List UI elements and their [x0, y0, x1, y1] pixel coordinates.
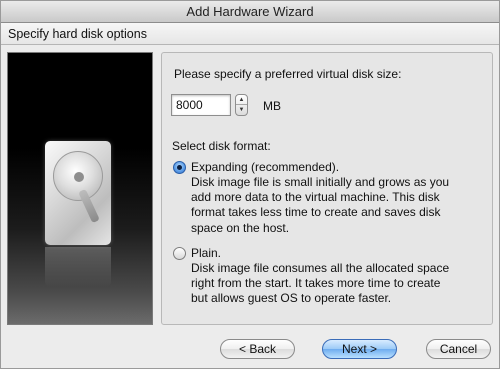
add-hardware-wizard-window: Add Hardware Wizard Specify hard disk op… — [0, 0, 500, 369]
back-button[interactable]: < Back — [220, 339, 295, 359]
wizard-image-panel — [7, 52, 153, 325]
platter-hub — [74, 172, 84, 182]
plain-option-label[interactable]: Plain. — [191, 246, 221, 260]
description-line: right from the start. It takes more time… — [191, 276, 441, 291]
size-unit-label: MB — [263, 99, 281, 113]
size-prompt: Please specify a preferred virtual disk … — [174, 67, 402, 81]
next-button[interactable]: Next > — [322, 339, 397, 359]
plain-description: Disk image file consumes all the allocat… — [191, 261, 491, 307]
window-title: Add Hardware Wizard — [1, 1, 499, 23]
hard-drive-icon — [45, 141, 111, 245]
stepper-down-icon[interactable]: ▼ — [236, 105, 247, 115]
description-line: Disk image file consumes all the allocat… — [191, 261, 450, 275]
disk-size-stepper[interactable]: ▲ ▼ — [235, 94, 248, 116]
cancel-button[interactable]: Cancel — [426, 339, 491, 359]
plain-radio[interactable] — [173, 247, 186, 260]
description-line: add more data to the virtual machine. Th… — [191, 190, 440, 205]
disk-options-panel: Please specify a preferred virtual disk … — [161, 52, 493, 325]
description-line: space on the host. — [191, 220, 290, 235]
disk-size-input[interactable]: 8000 — [171, 94, 231, 116]
description-line: format takes less time to create and sav… — [191, 205, 441, 220]
stepper-up-icon[interactable]: ▲ — [236, 95, 247, 105]
description-line: Disk image file is small initially and g… — [191, 175, 450, 189]
expanding-option-label[interactable]: Expanding (recommended). — [191, 160, 339, 174]
format-prompt: Select disk format: — [172, 139, 271, 153]
expanding-description: Disk image file is small initially and g… — [191, 175, 491, 236]
page-title: Specify hard disk options — [1, 23, 499, 45]
hard-drive-reflection — [45, 247, 111, 287]
description-line: but allows guest OS to operate faster. — [191, 291, 392, 306]
expanding-radio[interactable] — [173, 161, 186, 174]
